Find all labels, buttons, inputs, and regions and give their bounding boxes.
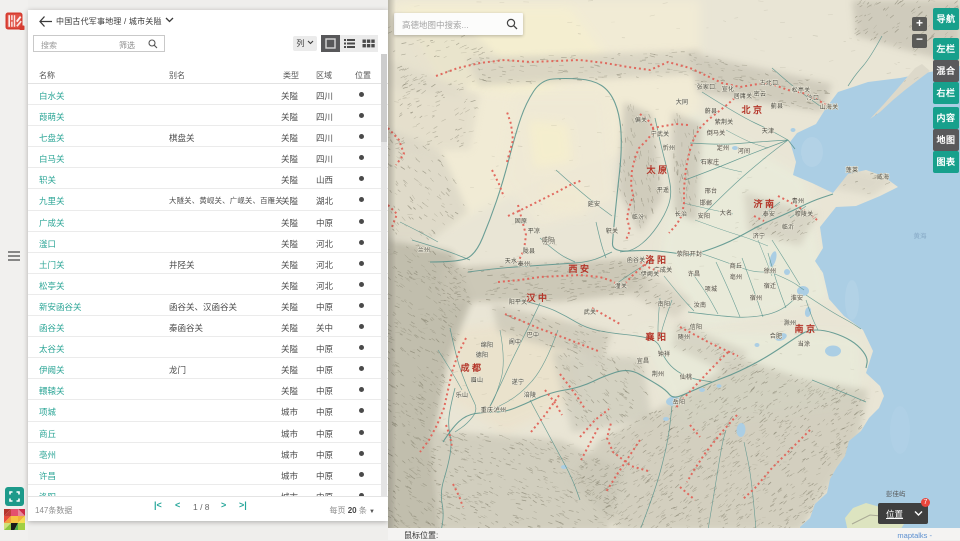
svg-text:长治: 长治 <box>675 210 687 218</box>
svg-text:蓬莱: 蓬莱 <box>846 166 858 174</box>
svg-text:黄海: 黄海 <box>914 231 928 240</box>
svg-text:邢台: 邢台 <box>705 187 717 195</box>
svg-text:紫荆关: 紫荆关 <box>715 118 734 126</box>
svg-text:蓟县: 蓟县 <box>771 102 783 110</box>
svg-text:临沂: 临沂 <box>782 223 794 231</box>
svg-text:张家口: 张家口 <box>697 83 716 91</box>
svg-text:蔚县: 蔚县 <box>705 107 717 115</box>
svg-text:重庆: 重庆 <box>481 406 493 414</box>
svg-text:滁州: 滁州 <box>784 319 796 327</box>
svg-text:密云: 密云 <box>754 90 766 98</box>
svg-text:天水: 天水 <box>505 257 517 265</box>
svg-text:洛阳: 洛阳 <box>645 254 668 265</box>
svg-text:平遥: 平遥 <box>657 186 669 194</box>
svg-text:石家庄: 石家庄 <box>701 158 720 166</box>
svg-text:项城: 项城 <box>705 286 717 293</box>
svg-text:巴中: 巴中 <box>527 331 539 339</box>
svg-text:随州: 随州 <box>678 333 690 341</box>
svg-text:定州: 定州 <box>717 144 729 152</box>
svg-text:陇县: 陇县 <box>523 247 535 255</box>
svg-text:汉中: 汉中 <box>526 292 549 303</box>
svg-text:开封: 开封 <box>690 250 702 258</box>
svg-text:商丘: 商丘 <box>730 262 742 270</box>
svg-text:大同: 大同 <box>676 98 688 106</box>
svg-text:武关: 武关 <box>584 308 596 316</box>
svg-text:荥阳: 荥阳 <box>677 250 689 258</box>
svg-text:西安: 西安 <box>568 263 591 274</box>
svg-text:偏关: 偏关 <box>635 116 647 124</box>
svg-text:南阳: 南阳 <box>658 300 670 308</box>
svg-text:忻州: 忻州 <box>663 144 675 152</box>
svg-text:延安: 延安 <box>588 200 600 208</box>
svg-text:咸阳: 咸阳 <box>542 236 554 244</box>
svg-text:合肥: 合肥 <box>770 332 782 340</box>
svg-text:冷口: 冷口 <box>807 94 819 102</box>
svg-text:山海关: 山海关 <box>820 103 839 111</box>
svg-text:济南: 济南 <box>753 198 776 209</box>
svg-text:固原: 固原 <box>515 218 527 225</box>
svg-text:宜昌: 宜昌 <box>637 357 649 365</box>
svg-text:伊阙关: 伊阙关 <box>641 270 660 278</box>
svg-text:遂宁: 遂宁 <box>512 378 524 386</box>
svg-text:济宁: 济宁 <box>753 232 765 240</box>
svg-text:德阳: 德阳 <box>476 351 488 359</box>
svg-text:北京: 北京 <box>741 104 764 115</box>
svg-text:许昌: 许昌 <box>688 270 700 278</box>
svg-text:亳州: 亳州 <box>730 273 742 281</box>
svg-text:古北口: 古北口 <box>760 79 779 87</box>
svg-text:函谷关: 函谷关 <box>627 256 646 264</box>
svg-text:青州: 青州 <box>792 197 804 205</box>
svg-text:淮安: 淮安 <box>791 294 803 302</box>
svg-text:信阳: 信阳 <box>690 323 702 331</box>
svg-text:安阳: 安阳 <box>698 212 710 220</box>
svg-text:岳阳: 岳阳 <box>673 398 685 406</box>
svg-text:襄阳: 襄阳 <box>644 331 668 342</box>
svg-text:南京: 南京 <box>794 323 817 334</box>
svg-text:河间: 河间 <box>738 147 750 155</box>
svg-text:威海: 威海 <box>877 173 889 181</box>
svg-text:太原: 太原 <box>645 164 669 175</box>
svg-text:荆州: 荆州 <box>652 370 664 378</box>
svg-text:天津: 天津 <box>762 128 774 135</box>
svg-text:阆中: 阆中 <box>509 338 521 346</box>
svg-text:仙桃: 仙桃 <box>680 373 692 381</box>
svg-text:汝南: 汝南 <box>694 301 706 309</box>
svg-text:眉山: 眉山 <box>471 376 483 384</box>
svg-text:泰安: 泰安 <box>763 210 775 218</box>
svg-text:当涂: 当涂 <box>798 340 810 348</box>
svg-text:泸州: 泸州 <box>494 406 506 414</box>
svg-text:邯郸: 邯郸 <box>700 199 712 207</box>
svg-text:钟祥: 钟祥 <box>658 350 670 358</box>
svg-text:阳平关: 阳平关 <box>509 298 528 306</box>
svg-text:大名: 大名 <box>720 209 732 217</box>
svg-text:潼关: 潼关 <box>615 282 627 290</box>
svg-text:穆陵关: 穆陵关 <box>795 210 814 218</box>
svg-text:平凉: 平凉 <box>528 227 540 235</box>
svg-text:松亭关: 松亭关 <box>792 86 811 94</box>
svg-text:宿州: 宿州 <box>750 294 762 302</box>
svg-text:宣化: 宣化 <box>722 85 734 93</box>
svg-text:涪陵: 涪陵 <box>524 391 536 399</box>
svg-text:徐州: 徐州 <box>764 267 776 275</box>
svg-text:轵关: 轵关 <box>606 227 618 235</box>
svg-text:绵阳: 绵阳 <box>481 341 493 349</box>
svg-text:兰州: 兰州 <box>418 246 430 254</box>
svg-text:宿迁: 宿迁 <box>764 282 776 290</box>
svg-text:乐山: 乐山 <box>456 391 468 399</box>
svg-text:宁武关: 宁武关 <box>651 130 670 138</box>
svg-text:成都: 成都 <box>460 362 483 373</box>
svg-text:临汾: 临汾 <box>632 213 644 221</box>
svg-text:秦州: 秦州 <box>518 260 530 268</box>
svg-text:居庸关: 居庸关 <box>734 92 753 100</box>
svg-text:倒马关: 倒马关 <box>707 129 726 137</box>
